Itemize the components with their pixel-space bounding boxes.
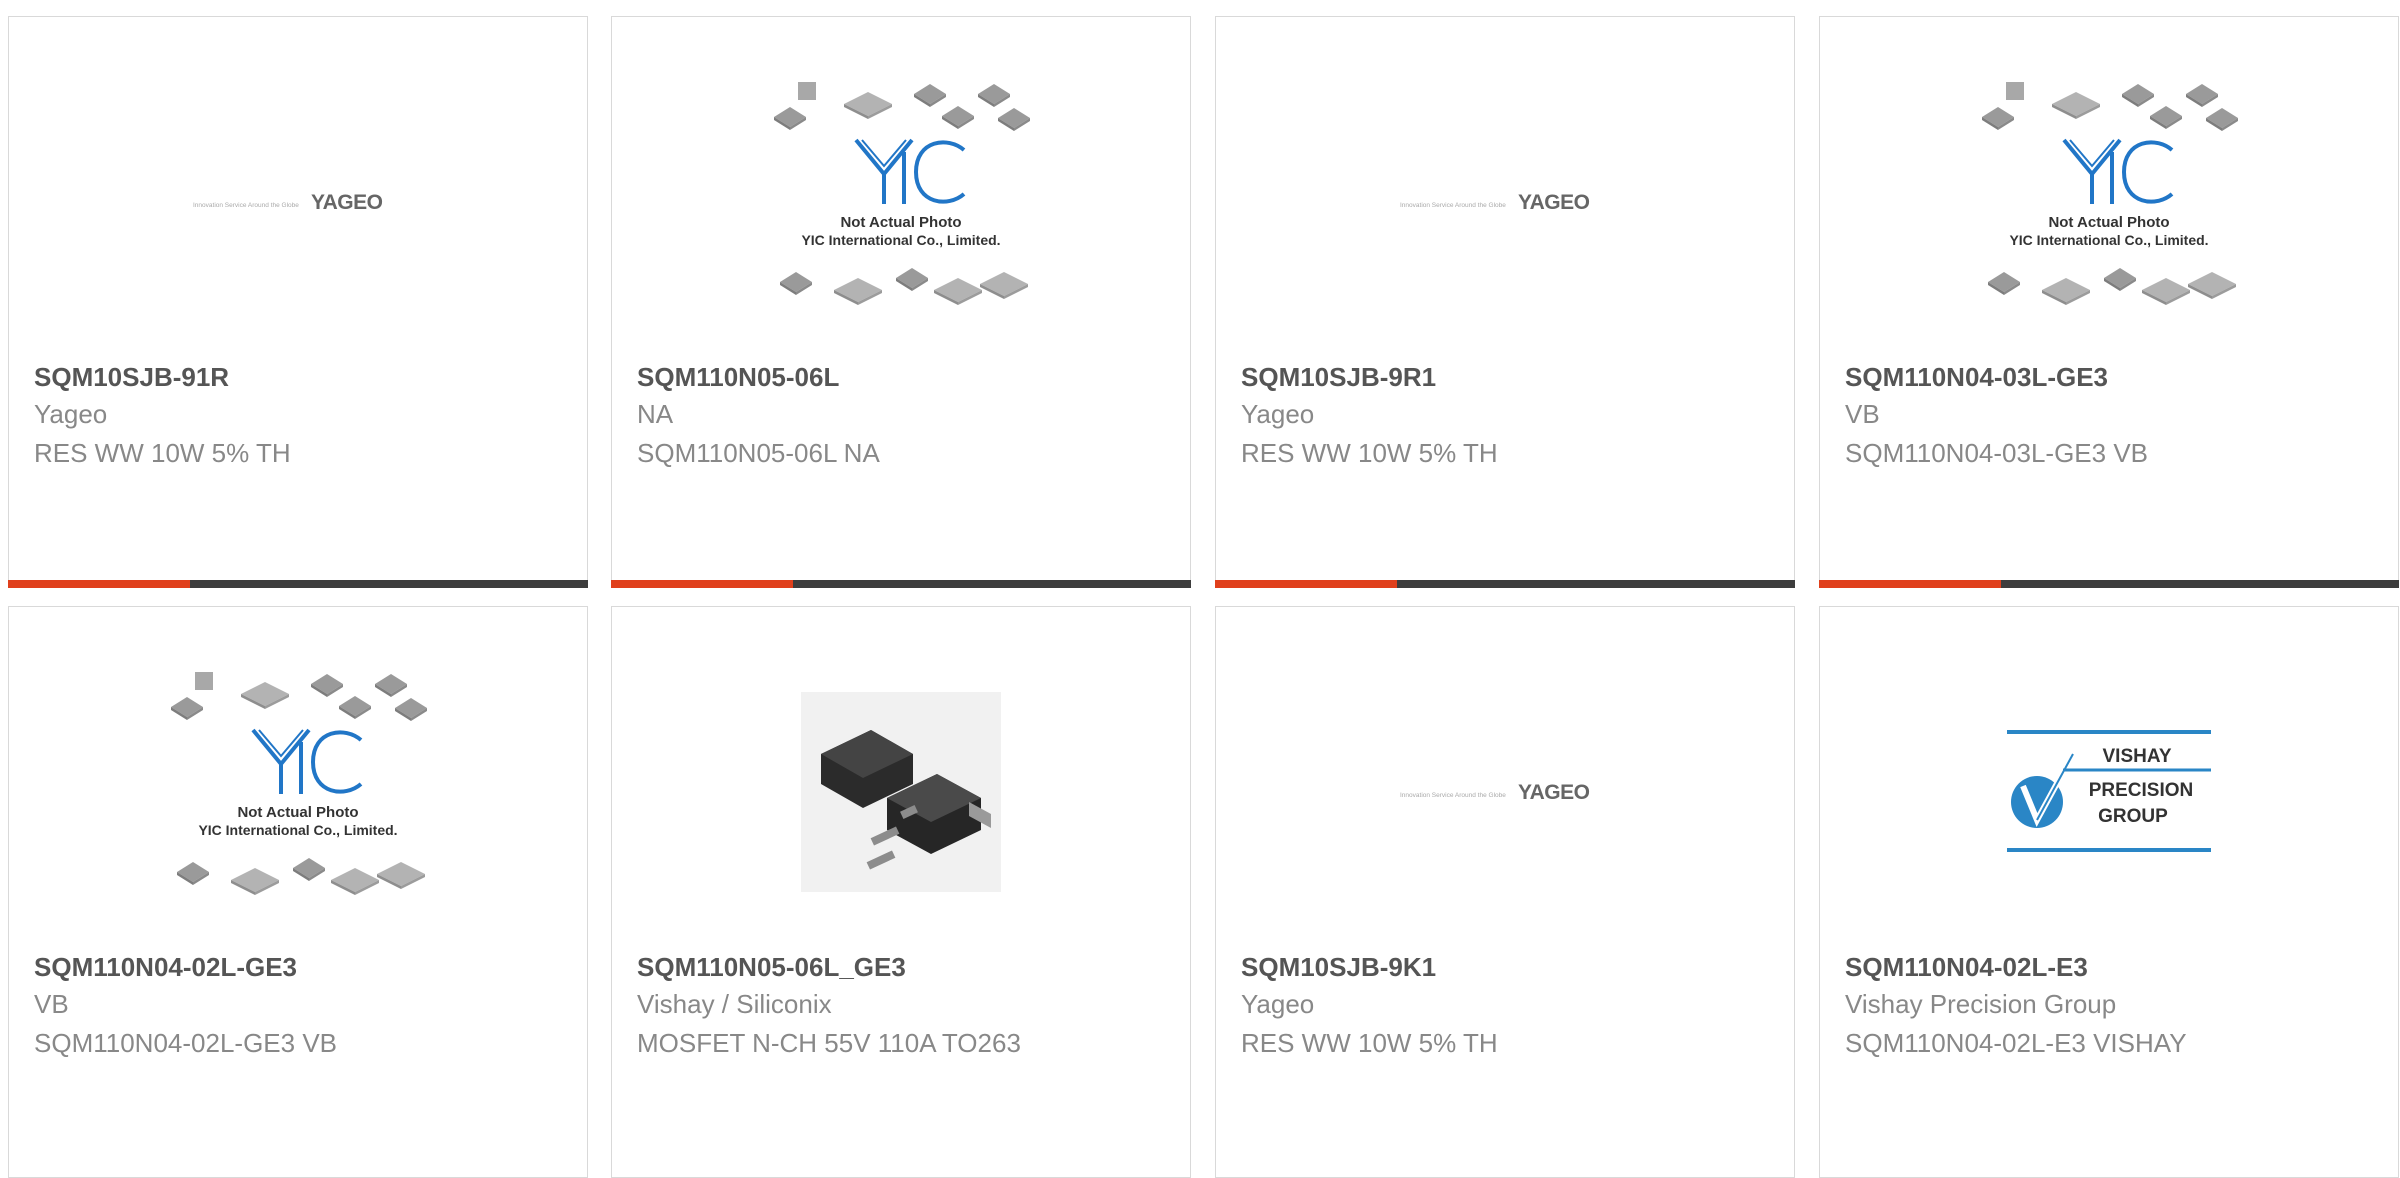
product-image: Innovation Service Around the Globe YAGE… <box>1216 697 1794 887</box>
svg-text:YIC International Co., Limited: YIC International Co., Limited. <box>2009 232 2208 248</box>
yageo-logo: Innovation Service Around the Globe YAGE… <box>1400 191 1590 214</box>
svg-text:Not Actual Photo: Not Actual Photo <box>2048 214 2169 231</box>
svg-text:Not Actual Photo: Not Actual Photo <box>840 214 961 231</box>
yageo-logo: Innovation Service Around the Globe YAGE… <box>1400 781 1590 804</box>
card-accent-bar <box>8 580 588 588</box>
product-card[interactable]: Innovation Service Around the Globe YAGE… <box>8 16 588 588</box>
part-number[interactable]: SQM110N04-02L-GE3 <box>34 952 297 983</box>
svg-text:Not Actual Photo: Not Actual Photo <box>237 804 358 821</box>
description: RES WW 10W 5% TH <box>1241 438 1498 468</box>
manufacturer: VB <box>1845 399 1880 429</box>
svg-text:Innovation Service Around the: Innovation Service Around the Globe <box>1400 792 1506 799</box>
card-accent-bar <box>611 580 1191 588</box>
manufacturer: Yageo <box>34 399 108 429</box>
product-card[interactable]: Not Actual Photo YIC International Co., … <box>611 16 1191 588</box>
product-card[interactable]: Not Actual Photo YIC International Co., … <box>1819 16 2399 588</box>
part-number[interactable]: SQM110N04-02L-E3 <box>1845 952 2088 983</box>
description: MOSFET N-CH 55V 110A TO263 <box>637 1028 1021 1058</box>
card-accent-bar <box>1215 580 1795 588</box>
svg-text:YAGEO: YAGEO <box>1518 781 1590 804</box>
svg-text:GROUP: GROUP <box>2098 806 2168 827</box>
part-number[interactable]: SQM110N05-06L_GE3 <box>637 952 906 983</box>
product-image <box>612 692 1190 892</box>
product-card[interactable]: Innovation Service Around the Globe YAGE… <box>1215 606 1795 1178</box>
manufacturer: Yageo <box>1241 399 1315 429</box>
svg-text:YAGEO: YAGEO <box>311 191 383 214</box>
svg-text:VISHAY: VISHAY <box>2103 746 2172 767</box>
product-image: Not Actual Photo YIC International Co., … <box>1820 82 2398 305</box>
product-image: Innovation Service Around the Globe YAGE… <box>1216 107 1794 297</box>
svg-text:Innovation Service Around the: Innovation Service Around the Globe <box>193 202 299 209</box>
vishay-precision-group-logo: VISHAY PRECISION GROUP <box>2007 730 2211 852</box>
manufacturer: NA <box>637 399 674 429</box>
part-number[interactable]: SQM10SJB-91R <box>34 362 229 393</box>
description: SQM110N04-02L-GE3 VB <box>34 1028 337 1058</box>
yic-not-actual-photo-icon: Not Actual Photo YIC International Co., … <box>774 82 1030 305</box>
part-number[interactable]: SQM10SJB-9R1 <box>1241 362 1436 393</box>
manufacturer: Vishay Precision Group <box>1845 989 2117 1019</box>
to263-package-photo-icon <box>801 692 1001 892</box>
svg-text:Innovation Service Around the: Innovation Service Around the Globe <box>1400 202 1506 209</box>
description: RES WW 10W 5% TH <box>34 438 291 468</box>
manufacturer: VB <box>34 989 69 1019</box>
product-image: Innovation Service Around the Globe YAGE… <box>9 107 587 297</box>
svg-text:YIC International Co., Limited: YIC International Co., Limited. <box>801 232 1000 248</box>
description: SQM110N05-06L NA <box>637 438 880 468</box>
product-card[interactable]: Not Actual Photo YIC International Co., … <box>8 606 588 1178</box>
description: SQM110N04-03L-GE3 VB <box>1845 438 2148 468</box>
card-accent-bar <box>1819 580 2399 588</box>
manufacturer: Vishay / Siliconix <box>637 989 832 1019</box>
svg-text:YIC International Co., Limited: YIC International Co., Limited. <box>198 822 397 838</box>
yic-not-actual-photo-icon: Not Actual Photo YIC International Co., … <box>171 672 427 895</box>
description: SQM110N04-02L-E3 VISHAY <box>1845 1028 2187 1058</box>
product-card[interactable]: SQM110N05-06L_GE3 Vishay / Siliconix MOS… <box>611 606 1191 1178</box>
product-image: Not Actual Photo YIC International Co., … <box>9 672 587 895</box>
product-card[interactable]: Innovation Service Around the Globe YAGE… <box>1215 16 1795 588</box>
svg-text:PRECISION: PRECISION <box>2089 780 2194 801</box>
svg-text:YAGEO: YAGEO <box>1518 191 1590 214</box>
part-number[interactable]: SQM110N05-06L <box>637 362 839 393</box>
product-image: VISHAY PRECISION GROUP <box>1820 697 2398 887</box>
manufacturer: Yageo <box>1241 989 1315 1019</box>
yic-not-actual-photo-icon: Not Actual Photo YIC International Co., … <box>1982 82 2238 305</box>
description: RES WW 10W 5% TH <box>1241 1028 1498 1058</box>
product-image: Not Actual Photo YIC International Co., … <box>612 82 1190 305</box>
yageo-logo: Innovation Service Around the Globe YAGE… <box>193 191 383 214</box>
product-grid: Innovation Service Around the Globe YAGE… <box>0 0 2400 1178</box>
product-card[interactable]: VISHAY PRECISION GROUP SQM110N04-02L-E3 … <box>1819 606 2399 1178</box>
part-number[interactable]: SQM10SJB-9K1 <box>1241 952 1436 983</box>
part-number[interactable]: SQM110N04-03L-GE3 <box>1845 362 2108 393</box>
